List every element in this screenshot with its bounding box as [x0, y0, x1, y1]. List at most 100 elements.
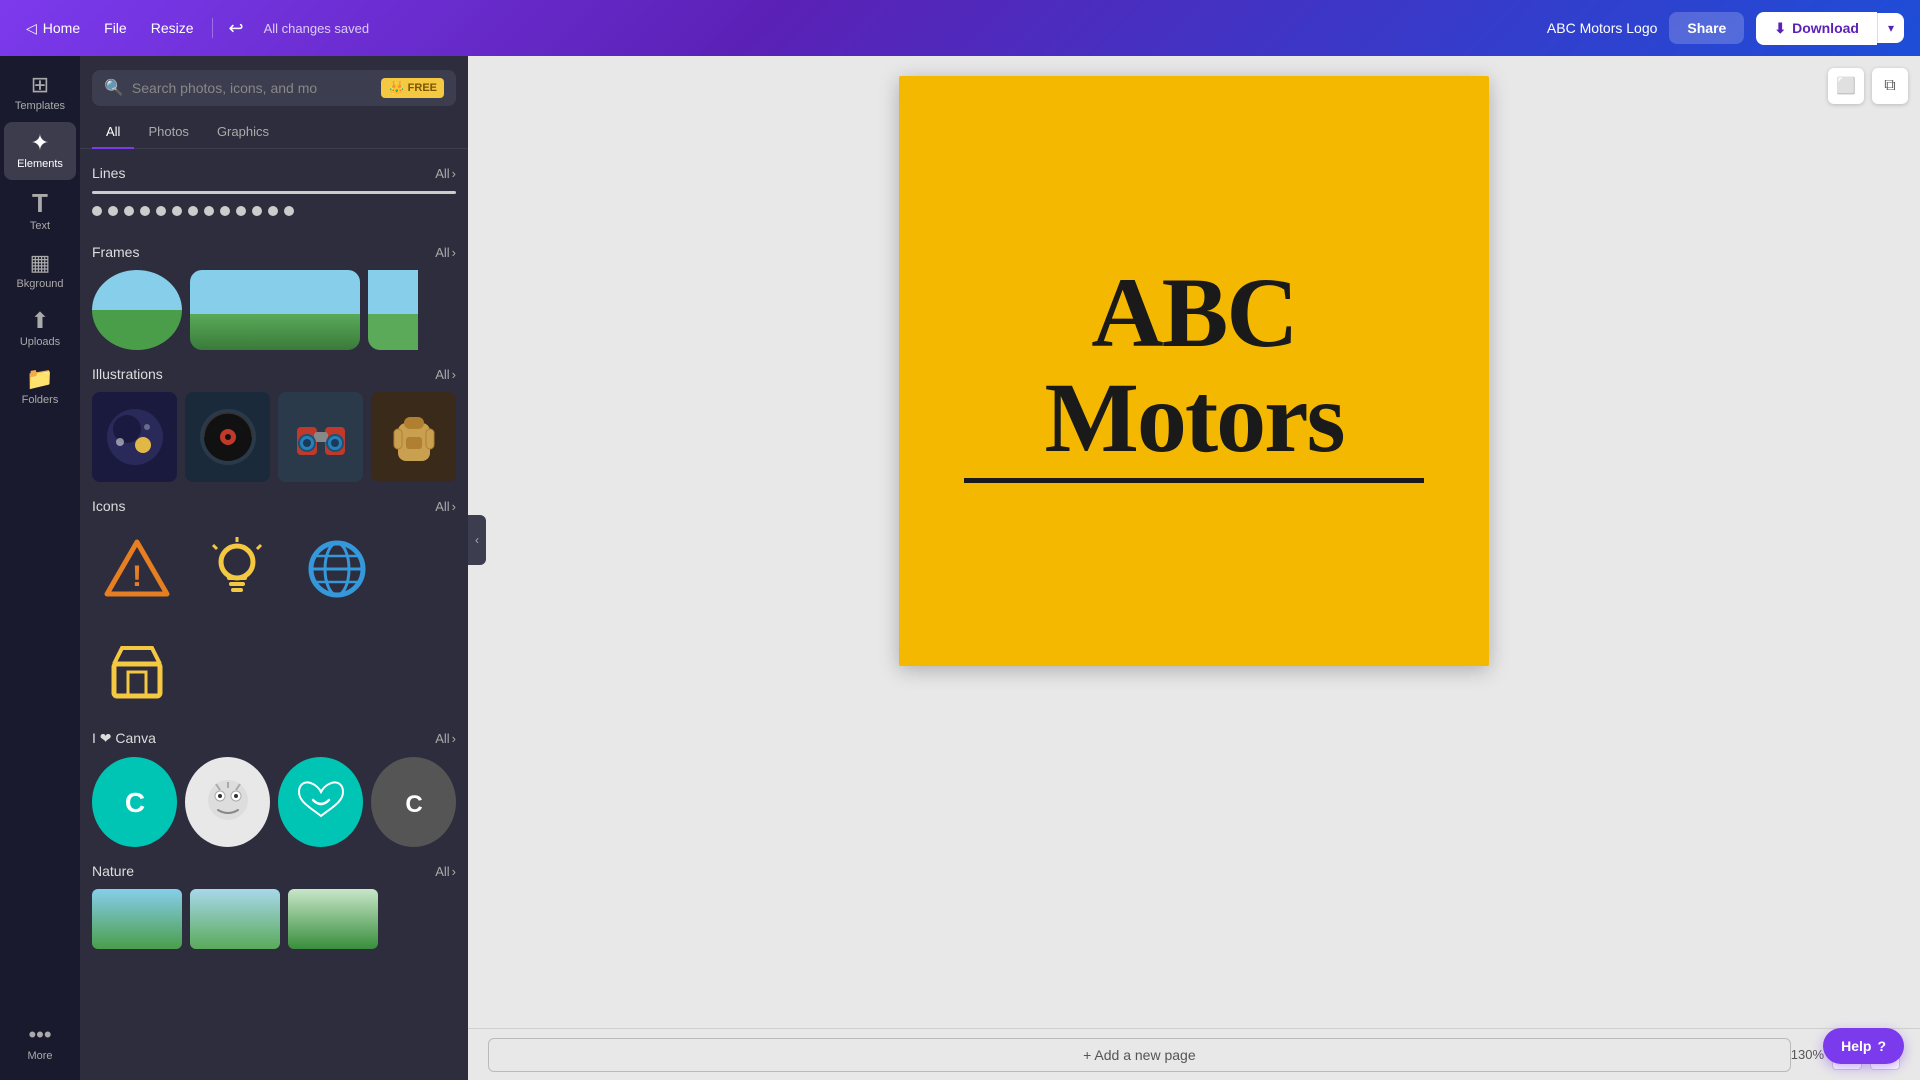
tab-all[interactable]: All [92, 116, 134, 149]
nature-item-3[interactable] [288, 889, 378, 949]
saved-status: All changes saved [264, 21, 370, 36]
i-love-canva-all-label: All [435, 731, 449, 746]
sidebar-item-elements[interactable]: ✦ Elements [4, 122, 76, 180]
download-button[interactable]: ⬇ Download [1756, 12, 1877, 45]
canva-logo-dark[interactable]: C [371, 757, 456, 847]
canvas-copy-button[interactable]: ⧉ [1872, 68, 1908, 104]
sidebar-item-text[interactable]: T Text [4, 180, 76, 242]
resize-button[interactable]: Resize [141, 14, 204, 42]
search-bar: 🔍 👑 FREE [80, 56, 468, 116]
dot [268, 206, 278, 216]
file-label: File [104, 20, 127, 36]
icon-lightbulb[interactable] [192, 524, 282, 614]
nature-all-arrow: › [452, 864, 456, 879]
lines-all-button[interactable]: All › [435, 166, 456, 181]
more-label: More [27, 1050, 52, 1062]
home-button[interactable]: ◁ Home [16, 14, 90, 43]
illustrations-all-label: All [435, 367, 449, 382]
icons-all-button[interactable]: All › [435, 499, 456, 514]
dot [92, 206, 102, 216]
i-love-canva-title: I ❤ Canva [92, 730, 156, 747]
canvas-view-button[interactable]: ⬜ [1828, 68, 1864, 104]
icons-section: Icons All › ! [80, 486, 468, 718]
frame-corner-landscape[interactable] [368, 270, 418, 350]
resize-label: Resize [151, 20, 194, 36]
nature-all-button[interactable]: All › [435, 864, 456, 879]
nature-item-2[interactable] [190, 889, 280, 949]
canva-logo-teal[interactable]: C [92, 757, 177, 847]
file-button[interactable]: File [94, 14, 137, 42]
lines-section: Lines All › [80, 153, 468, 232]
canva-grid: C C [92, 757, 456, 847]
uploads-label: Uploads [20, 336, 60, 348]
background-label: Bkground [16, 278, 63, 290]
frames-all-button[interactable]: All › [435, 245, 456, 260]
dot [188, 206, 198, 216]
illustrations-all-button[interactable]: All › [435, 367, 456, 382]
sidebar: ⊞ Templates ✦ Elements T Text ▦ Bkground… [0, 56, 80, 1080]
add-page-button[interactable]: + Add a new page [488, 1038, 1791, 1072]
panel-collapse-handle[interactable]: ‹ [468, 515, 486, 565]
icons-all-label: All [435, 499, 449, 514]
download-icon: ⬇ [1774, 20, 1786, 37]
illustration-vinyl[interactable] [185, 392, 270, 482]
download-label: Download [1792, 20, 1859, 36]
illustration-moon[interactable] [92, 392, 177, 482]
tab-graphics[interactable]: Graphics [203, 116, 283, 149]
i-love-canva-header: I ❤ Canva All › [92, 730, 456, 747]
i-love-canva-all-arrow: › [452, 731, 456, 746]
sidebar-item-more[interactable]: ••• More [4, 1014, 76, 1072]
sidebar-item-folders[interactable]: 📁 Folders [4, 358, 76, 416]
templates-label: Templates [15, 100, 65, 112]
nature-item-1[interactable] [92, 889, 182, 949]
line-dotted[interactable] [92, 202, 456, 220]
frames-header: Frames All › [92, 244, 456, 260]
illustration-binoculars[interactable] [278, 392, 363, 482]
i-love-canva-all-button[interactable]: All › [435, 731, 456, 746]
tabs-row: All Photos Graphics [80, 116, 468, 149]
canvas-text-abc-motors[interactable]: ABC Motors [1045, 260, 1344, 470]
icons-title: Icons [92, 498, 125, 514]
sidebar-item-background[interactable]: ▦ Bkground [4, 242, 76, 300]
share-button[interactable]: Share [1669, 12, 1744, 44]
help-button[interactable]: Help ? [1823, 1028, 1904, 1064]
uploads-icon: ⬆ [31, 310, 49, 332]
lines-title: Lines [92, 165, 125, 181]
canva-heart[interactable] [278, 757, 363, 847]
illustrations-grid [92, 392, 456, 482]
canvas-underline [964, 478, 1424, 483]
frame-circle-landscape[interactable] [92, 270, 182, 350]
icon-globe[interactable] [292, 524, 382, 614]
sidebar-item-templates[interactable]: ⊞ Templates [4, 64, 76, 122]
download-dropdown-button[interactable]: ▾ [1877, 13, 1904, 43]
illustrations-title: Illustrations [92, 366, 163, 382]
document-name: ABC Motors Logo [1547, 20, 1658, 36]
dot [236, 206, 246, 216]
canvas-text-line2: Motors [1045, 365, 1344, 470]
frames-grid [92, 270, 456, 350]
dot [124, 206, 134, 216]
frame-wide-landscape[interactable] [190, 270, 360, 350]
topbar: ◁ Home File Resize ↩ All changes saved A… [0, 0, 1920, 56]
illustration-backpack[interactable] [371, 392, 456, 482]
line-solid[interactable] [92, 191, 456, 194]
help-label: Help [1841, 1038, 1871, 1054]
canvas-page[interactable]: ABC Motors [899, 76, 1489, 666]
lines-all-label: All [435, 166, 449, 181]
dot [220, 206, 230, 216]
download-group: ⬇ Download ▾ [1756, 12, 1904, 45]
canva-monster[interactable] [185, 757, 270, 847]
nature-row [92, 889, 456, 957]
tab-photos[interactable]: Photos [134, 116, 202, 149]
undo-button[interactable]: ↩ [221, 12, 252, 45]
chevron-left-icon: ◁ [26, 20, 37, 37]
icon-warning[interactable]: ! [92, 524, 182, 614]
svg-text:!: ! [132, 560, 142, 593]
sidebar-item-uploads[interactable]: ⬆ Uploads [4, 300, 76, 358]
zoom-level: 130% [1791, 1047, 1824, 1062]
topbar-divider [212, 18, 213, 38]
background-icon: ▦ [30, 252, 51, 274]
icon-store[interactable] [92, 624, 182, 714]
search-input[interactable] [132, 80, 374, 96]
bottom-bar: + Add a new page 130% ⊞ ⛶ [468, 1028, 1920, 1080]
